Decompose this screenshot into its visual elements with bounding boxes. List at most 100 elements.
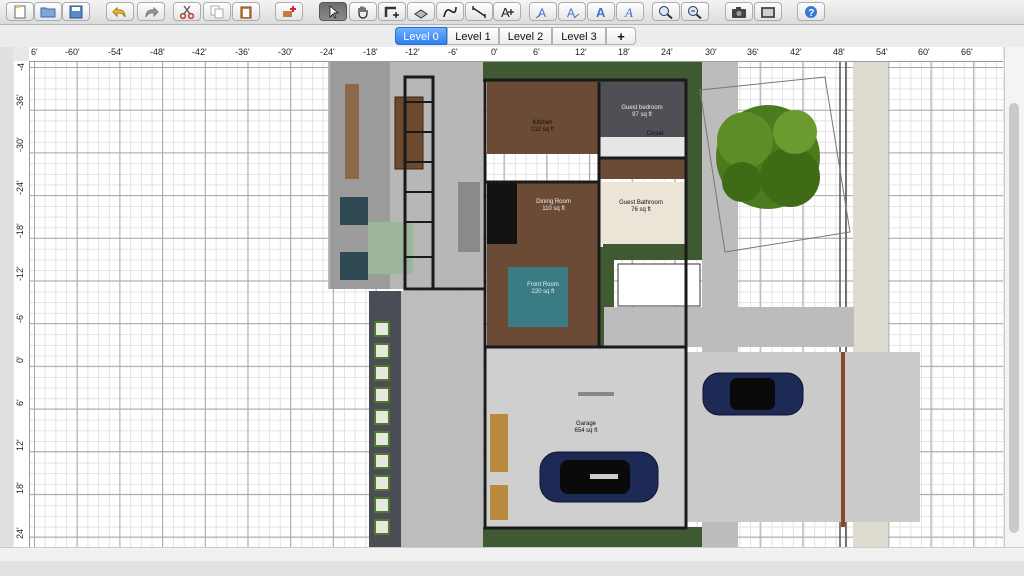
pan-mode-button[interactable] bbox=[349, 2, 377, 21]
room-name: Closet bbox=[646, 131, 664, 137]
ruler-label: -6' bbox=[15, 313, 25, 323]
horizontal-scrollbar[interactable] bbox=[0, 547, 1024, 562]
lounge-chair bbox=[340, 252, 368, 280]
help-icon: ? bbox=[805, 6, 817, 19]
room-label-guest-bathroom: Guest Bathroom 76 sq ft bbox=[610, 200, 672, 214]
add-furniture-icon bbox=[283, 6, 296, 17]
add-furniture-button[interactable] bbox=[275, 2, 303, 21]
ruler-label: 0' bbox=[15, 356, 25, 363]
redo-icon bbox=[145, 6, 159, 18]
ruler-label: -12' bbox=[405, 47, 420, 57]
italic-text-button[interactable]: A bbox=[616, 2, 644, 21]
copy-icon bbox=[210, 5, 224, 19]
ruler-label: -24' bbox=[15, 180, 25, 195]
ruler-label: 42' bbox=[790, 47, 802, 57]
room-name: Front Room bbox=[527, 282, 559, 288]
ruler-label: 24' bbox=[661, 47, 673, 57]
tree bbox=[716, 105, 820, 209]
room-label-front-room: Front Room 220 sq ft bbox=[518, 282, 568, 296]
text-style-2-button[interactable]: A bbox=[558, 2, 586, 21]
text-icon: A bbox=[501, 5, 514, 19]
floor-plan-canvas[interactable]: Kitchen 212 sq ft Guest bedroom 97 sq ft C… bbox=[30, 62, 1003, 547]
arrow-cursor-icon bbox=[329, 5, 339, 19]
new-home-button[interactable] bbox=[6, 2, 34, 21]
room-name: Garage bbox=[575, 421, 596, 427]
camera-icon bbox=[732, 7, 746, 18]
kitchen-floor bbox=[487, 82, 599, 154]
svg-text:A: A bbox=[567, 6, 575, 19]
cut-button[interactable] bbox=[173, 2, 201, 21]
ruler-label: 18' bbox=[618, 47, 630, 57]
room-name: Kitchen bbox=[532, 120, 553, 126]
ruler-label: -18' bbox=[15, 223, 25, 238]
walkway bbox=[401, 291, 483, 547]
bold-icon: A bbox=[596, 5, 606, 19]
vertical-scroll-thumb[interactable] bbox=[1009, 103, 1019, 533]
ruler-label: 0' bbox=[491, 47, 498, 57]
bold-text-button[interactable]: A bbox=[587, 2, 615, 21]
italic-icon: A bbox=[624, 5, 633, 19]
room-label-garage: Garage 654 sq ft bbox=[565, 421, 607, 435]
area-rug bbox=[508, 267, 568, 327]
room-area: 97 sq ft bbox=[632, 112, 652, 118]
create-photo-button[interactable] bbox=[725, 2, 753, 21]
create-walls-button[interactable] bbox=[378, 2, 406, 21]
save-button[interactable] bbox=[62, 2, 90, 21]
tab-level-2[interactable]: Level 2 bbox=[499, 27, 552, 45]
room-label-dining-room: Dining Room 110 sq ft bbox=[526, 199, 581, 213]
tab-level-0[interactable]: Level 0 bbox=[395, 27, 447, 45]
zoom-out-button[interactable] bbox=[681, 2, 709, 21]
dimension-icon bbox=[472, 6, 486, 18]
room-area: 110 sq ft bbox=[542, 206, 565, 212]
vertical-ruler: -4 -36' -30' -24' -18' -12' -6' 0' 6' 12… bbox=[14, 61, 30, 547]
ruler-label: -48' bbox=[150, 47, 165, 57]
help-button[interactable]: ? bbox=[797, 2, 825, 21]
room-area: 212 sq ft bbox=[530, 127, 554, 133]
fireplace bbox=[487, 182, 517, 244]
garage-shelf bbox=[490, 485, 508, 520]
add-text-button[interactable]: A bbox=[493, 2, 521, 21]
room-area: 220 sq ft bbox=[531, 289, 555, 295]
copy-button[interactable] bbox=[203, 2, 231, 21]
redo-button[interactable] bbox=[137, 2, 165, 21]
new-document-icon bbox=[14, 5, 26, 19]
zoom-in-button[interactable] bbox=[652, 2, 680, 21]
ruler-label: 60' bbox=[918, 47, 930, 57]
ruler-label: -36' bbox=[235, 47, 250, 57]
polyline-icon bbox=[443, 6, 457, 18]
side-walkway bbox=[604, 307, 854, 347]
create-video-button[interactable] bbox=[754, 2, 782, 21]
create-polylines-button[interactable] bbox=[436, 2, 464, 21]
open-button[interactable] bbox=[34, 2, 62, 21]
create-rooms-button[interactable] bbox=[407, 2, 435, 21]
main-toolbar: A A A A A ? bbox=[0, 0, 1024, 25]
tab-level-1[interactable]: Level 1 bbox=[447, 27, 499, 45]
ruler-label: -42' bbox=[192, 47, 207, 57]
ruler-label: 66' bbox=[961, 47, 973, 57]
room-area: 654 sq ft bbox=[574, 428, 598, 434]
left-splitter[interactable] bbox=[0, 47, 13, 547]
vertical-scrollbar[interactable] bbox=[1004, 47, 1024, 547]
paste-icon bbox=[240, 6, 252, 19]
create-dimensions-button[interactable] bbox=[465, 2, 493, 21]
ruler-label: -24' bbox=[320, 47, 335, 57]
ruler-label: 6' bbox=[31, 47, 38, 57]
room-icon bbox=[414, 9, 428, 19]
save-icon bbox=[69, 5, 83, 19]
level-tabs-bar: Level 0 Level 1 Level 2 Level 3 + bbox=[0, 25, 1024, 47]
paste-button[interactable] bbox=[232, 2, 260, 21]
ruler-label: 36' bbox=[747, 47, 759, 57]
undo-icon bbox=[112, 6, 126, 18]
text-style-1-button[interactable]: A bbox=[529, 2, 557, 21]
ruler-label: -36' bbox=[15, 94, 25, 109]
room-name: Dining Room bbox=[536, 199, 571, 205]
tab-level-3[interactable]: Level 3 bbox=[552, 27, 606, 45]
undo-button[interactable] bbox=[106, 2, 134, 21]
add-level-button[interactable]: + bbox=[606, 27, 636, 45]
ruler-label: 6' bbox=[15, 399, 25, 406]
grill bbox=[458, 182, 480, 252]
select-mode-button[interactable] bbox=[319, 2, 347, 21]
text-style-icon: A bbox=[567, 6, 580, 19]
garden-bottom bbox=[483, 527, 705, 547]
hand-icon bbox=[358, 6, 368, 19]
